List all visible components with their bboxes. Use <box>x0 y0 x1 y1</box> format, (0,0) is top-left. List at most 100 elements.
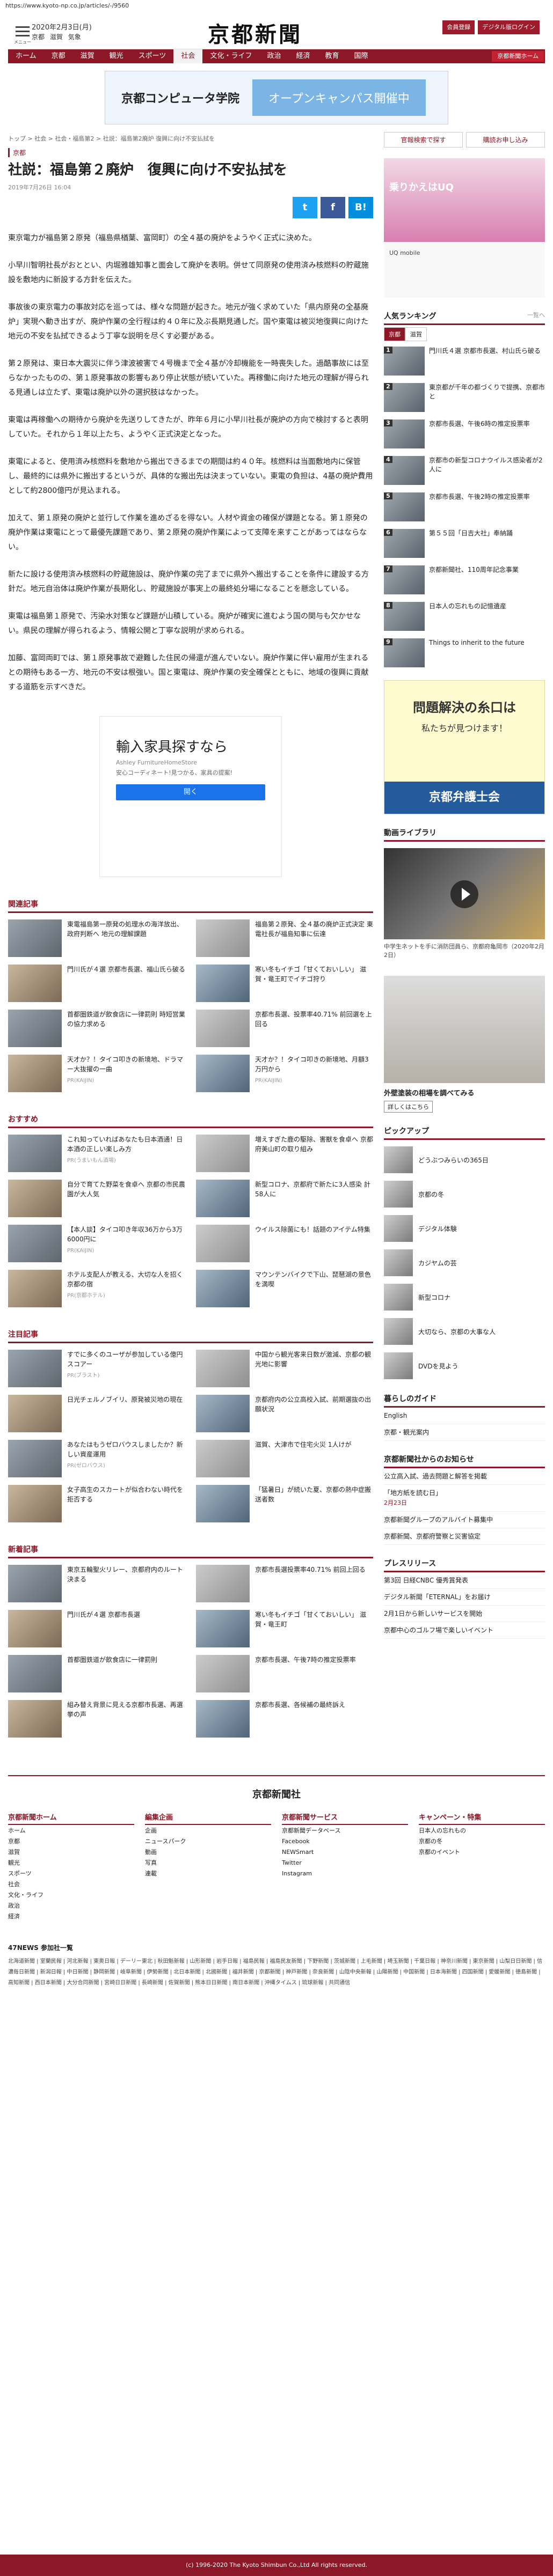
play-icon[interactable] <box>450 880 478 908</box>
article-card[interactable]: 滋賀、大津市で住宅火災 1人けが <box>196 1440 373 1477</box>
pickup-item[interactable]: カジヤムの芸 <box>384 1248 545 1277</box>
press-item[interactable]: 第3回 日経CNBC 優秀賞発表 <box>384 1572 545 1589</box>
article-card-title[interactable]: 滋賀、大津市で住宅火災 1人けが <box>255 1440 351 1449</box>
info-item[interactable]: 京都新聞、京都府警察と災害協定 <box>384 1528 545 1545</box>
article-thumbnail[interactable] <box>8 1700 62 1738</box>
site-logo[interactable]: 京都新聞 <box>208 17 302 48</box>
article-card[interactable]: 増えすぎた鹿の駆除、害獣を食卓へ 京都府美山町の取り組み <box>196 1135 373 1172</box>
article-card[interactable]: 京都市長選、投票率40.71% 前回選を上回る <box>196 1010 373 1047</box>
article-thumbnail[interactable] <box>8 1270 62 1307</box>
pickup-item[interactable]: 大切なら、京都の大事な人 <box>384 1317 545 1346</box>
subscribe-link[interactable]: 購読お申し込み <box>466 132 545 148</box>
weather-link[interactable]: 気象 <box>68 33 81 41</box>
article-card[interactable]: 首都圏鉄道が飲食店に一律罰則 <box>8 1655 185 1692</box>
article-thumbnail[interactable] <box>196 1270 250 1307</box>
press-item-title[interactable]: 京都中心のゴルフ場で楽しいイベント <box>384 1625 545 1635</box>
pickup-title[interactable]: DVDを見よう <box>413 1361 458 1371</box>
ranking-title[interactable]: 京都市の新型コロナウイルス感染者が2人に <box>425 456 545 474</box>
article-card[interactable]: 寒い冬もイチゴ「甘くておいしい」 滋賀・竜王町 <box>196 1610 373 1647</box>
article-card-title[interactable]: 寒い冬もイチゴ「甘くておいしい」 滋賀・竜王町でイチゴ狩り <box>255 965 373 984</box>
article-thumbnail[interactable] <box>8 1225 62 1262</box>
article-card-title[interactable]: 首都圏鉄道が飲食店に一律罰則 時短営業の協力求める <box>67 1010 185 1029</box>
footer-link[interactable]: ホーム <box>8 1825 134 1836</box>
info-item-title[interactable]: 「地方紙を読む日」 <box>384 1488 545 1498</box>
top-ad-banner[interactable]: 京都コンピュータ学院 オープンキャンパス開催中 <box>105 71 448 124</box>
ranking-thumbnail[interactable]: 3 <box>384 419 425 448</box>
article-card[interactable]: 福島第２原発、全４基の廃炉正式決定 東電社長が福島知事に伝達 <box>196 919 373 957</box>
article-card[interactable]: 天才か？！タイコ叩きの新境地、ドラマー大抜擢の一曲 PR(KAIJIN) <box>8 1055 185 1092</box>
article-thumbnail[interactable] <box>8 1565 62 1602</box>
footer-link[interactable]: 京都のイベント <box>419 1846 545 1857</box>
pickup-title[interactable]: 新型コロナ <box>413 1293 450 1302</box>
pickup-item[interactable]: 京都の冬 <box>384 1180 545 1209</box>
pickup-title[interactable]: カジヤムの芸 <box>413 1258 457 1268</box>
ranking-thumbnail[interactable]: 2 <box>384 383 425 412</box>
article-thumbnail[interactable] <box>196 1440 250 1477</box>
paint-ad-caption[interactable]: 外壁塗装の相場を調べてみる <box>384 1087 545 1098</box>
ranking-thumbnail[interactable]: 7 <box>384 565 425 594</box>
article-thumbnail[interactable] <box>196 1135 250 1172</box>
article-card[interactable]: 組み替え背景に見える京都市長選、再選挙の声 <box>8 1700 185 1738</box>
ranking-title[interactable]: 門川氏４選 京都市長選、村山氏ら破る <box>425 347 541 356</box>
pickup-title[interactable]: 大切なら、京都の大事な人 <box>413 1327 496 1336</box>
ranking-thumbnail[interactable]: 8 <box>384 602 425 631</box>
article-thumbnail[interactable] <box>196 1180 250 1217</box>
pickup-item[interactable]: DVDを見よう <box>384 1351 545 1380</box>
pickup-thumbnail[interactable] <box>384 1352 413 1379</box>
nav-item-3[interactable]: 観光 <box>102 49 131 63</box>
pickup-item[interactable]: どうぶつみらいの365日 <box>384 1145 545 1174</box>
article-card[interactable]: これ知っていればあなたも日本酒通！日本酒の正しい楽しみ方 PR(うまいもん酒場) <box>8 1135 185 1172</box>
article-thumbnail[interactable] <box>8 1440 62 1477</box>
article-card[interactable]: 寒い冬もイチゴ「甘くておいしい」 滋賀・竜王町でイチゴ狩り <box>196 965 373 1002</box>
article-thumbnail[interactable] <box>196 965 250 1002</box>
press-item-title[interactable]: デジタル新聞「ETERNAL」をお届け <box>384 1592 545 1602</box>
article-card[interactable]: 京都府内の公立高校入試、前期選抜の出願状況 <box>196 1395 373 1432</box>
article-thumbnail[interactable] <box>8 1180 62 1217</box>
hatena-share-button[interactable]: B! <box>348 197 373 218</box>
article-card[interactable]: 天才か？！タイコ叩きの新境地、月額3万円から PR(KAIJIN) <box>196 1055 373 1092</box>
ranking-thumbnail[interactable]: 6 <box>384 529 425 558</box>
nav-item-10[interactable]: 国際 <box>347 49 376 63</box>
footer-column-heading[interactable]: キャンペーン・特集 <box>419 1812 545 1825</box>
ranking-thumbnail[interactable]: 4 <box>384 456 425 485</box>
article-card[interactable]: 自分で育てた野菜を食卓へ 京都の市民農園が大人気 <box>8 1180 185 1217</box>
article-card[interactable]: 女子高生のスカートが似合わない時代を拒否する <box>8 1485 185 1522</box>
footer-link[interactable]: ニュースパーク <box>145 1836 271 1846</box>
ranking-item[interactable]: 6 第５５回「日吉大社」奉納踊 <box>384 529 545 560</box>
paint-ad-button[interactable]: 詳しくはこちら <box>384 1101 433 1113</box>
article-card-title[interactable]: マウンテンバイクで下山、琵琶湖の景色を満喫 <box>255 1270 373 1289</box>
nav-item-4[interactable]: スポーツ <box>131 49 174 63</box>
info-item-title[interactable]: 公立高入試、過去問題と解答を掲載 <box>384 1471 545 1481</box>
press-item[interactable]: 京都中心のゴルフ場で楽しいイベント <box>384 1622 545 1639</box>
ranking-item[interactable]: 9 Things to inherit to the future <box>384 638 545 669</box>
press-item-title[interactable]: 2月1日から新しいサービスを開始 <box>384 1609 545 1618</box>
ranking-item[interactable]: 4 京都市の新型コロナウイルス感染者が2人に <box>384 456 545 487</box>
article-thumbnail[interactable] <box>196 1700 250 1738</box>
life-guide-item[interactable]: 京都・観光案内 <box>384 1424 545 1441</box>
nav-item-9[interactable]: 教育 <box>317 49 346 63</box>
article-card-title[interactable]: 増えすぎた鹿の駆除、害獣を食卓へ 京都府美山町の取り組み <box>255 1135 373 1154</box>
article-card-title[interactable]: 寒い冬もイチゴ「甘くておいしい」 滋賀・竜王町 <box>255 1610 373 1629</box>
ranking-title[interactable]: 京都新聞社、110周年記念事業 <box>425 565 519 575</box>
article-card-title[interactable]: 「猛暑日」が続いた夏、京都の熱中症搬送者数 <box>255 1485 373 1504</box>
pickup-thumbnail[interactable] <box>384 1318 413 1345</box>
article-card[interactable]: 「猛暑日」が続いた夏、京都の熱中症搬送者数 <box>196 1485 373 1522</box>
pickup-item[interactable]: 新型コロナ <box>384 1283 545 1312</box>
article-card-title[interactable]: 門川氏が４選 京都市長選、福山氏ら破る <box>67 965 185 974</box>
article-card-title[interactable]: 京都市長選投票率40.71% 前回上回る <box>255 1565 366 1574</box>
article-card-title[interactable]: 東電福島第一原発の処理水の海洋放出、政府判断へ 地元の理解課題 <box>67 919 185 939</box>
article-card-title[interactable]: あなたはもうゼロバウスしましたか？新しい資産運用 <box>67 1440 185 1459</box>
ranking-thumbnail[interactable]: 9 <box>384 638 425 667</box>
city-link-kyoto[interactable]: 京都 <box>32 33 45 41</box>
article-thumbnail[interactable] <box>196 1350 250 1387</box>
article-card[interactable]: 門川氏が４選 京都市長選 <box>8 1610 185 1647</box>
article-thumbnail[interactable] <box>8 1610 62 1647</box>
article-card[interactable]: 日光チェルノブイリ、原発被災地の現在 <box>8 1395 185 1432</box>
info-item-title[interactable]: 京都新聞グループのアルバイト募集中 <box>384 1515 545 1525</box>
article-card[interactable]: 京都市長選投票率40.71% 前回上回る <box>196 1565 373 1602</box>
pickup-thumbnail[interactable] <box>384 1215 413 1242</box>
footer-link[interactable]: 写真 <box>145 1857 271 1868</box>
article-card-title[interactable]: 門川氏が４選 京都市長選 <box>67 1610 140 1620</box>
article-thumbnail[interactable] <box>8 1135 62 1172</box>
footer-link[interactable]: 企画 <box>145 1825 271 1836</box>
